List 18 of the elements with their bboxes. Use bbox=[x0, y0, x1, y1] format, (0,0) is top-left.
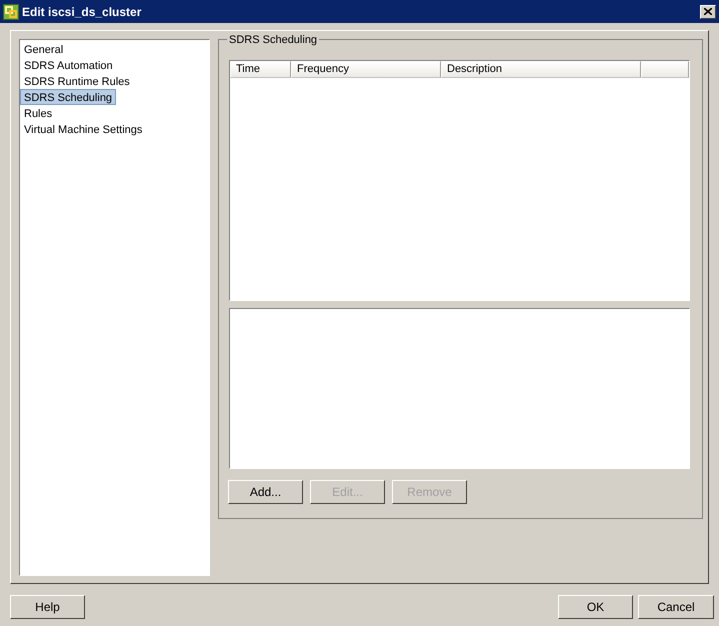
column-header[interactable]: Description bbox=[441, 61, 641, 78]
list-item[interactable]: SDRS Runtime Rules bbox=[20, 73, 134, 89]
action-button[interactable]: Add... bbox=[228, 480, 303, 504]
list-item[interactable]: SDRS Automation bbox=[20, 57, 117, 73]
help-button[interactable]: Help bbox=[10, 595, 85, 619]
window-title: Edit iscsi_ds_cluster bbox=[22, 4, 142, 20]
close-button[interactable] bbox=[700, 4, 716, 18]
close-icon bbox=[704, 8, 712, 15]
column-header[interactable]: Time bbox=[230, 61, 291, 78]
cancel-button[interactable]: Cancel bbox=[638, 595, 714, 619]
list-item[interactable]: SDRS Scheduling bbox=[20, 89, 116, 105]
group-title: SDRS Scheduling bbox=[227, 32, 320, 48]
app-icon bbox=[3, 4, 19, 20]
ok-button[interactable]: OK bbox=[558, 595, 633, 619]
list-item[interactable]: Rules bbox=[20, 105, 56, 121]
column-header[interactable]: Frequency bbox=[291, 61, 441, 78]
list-item[interactable]: Virtual Machine Settings bbox=[20, 121, 146, 137]
list-item[interactable]: General bbox=[20, 41, 68, 57]
